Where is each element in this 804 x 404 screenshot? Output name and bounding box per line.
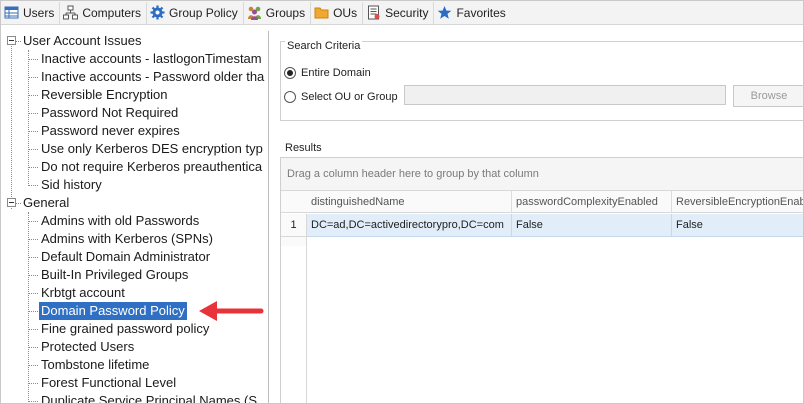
tree-connector (28, 239, 38, 240)
column-header-passwordcomplexity[interactable]: passwordComplexityEnabled (512, 191, 672, 213)
search-criteria-title: Search Criteria (285, 40, 363, 52)
tree-connector (28, 95, 38, 96)
gear-icon (150, 5, 165, 20)
tree-connector (28, 347, 38, 348)
tree-connector (28, 185, 38, 186)
toolbar-groups-button[interactable]: Groups (244, 1, 312, 24)
users-grid-icon (4, 5, 19, 20)
tree-item-krbtgt-account[interactable]: Krbtgt account (39, 284, 127, 302)
tree-item-kerberos-des[interactable]: Use only Kerberos DES encryption typ (39, 140, 265, 158)
row-number-column (281, 237, 307, 403)
toolbar-users-label: Users (23, 5, 55, 20)
toolbar-favorites-label: Favorites (456, 5, 506, 20)
toolbar-users-button[interactable]: Users (1, 1, 61, 24)
tree-connector (28, 59, 38, 60)
entire-domain-label[interactable]: Entire Domain (301, 67, 371, 79)
computers-network-icon (63, 5, 79, 20)
tree-group-user-account-issues[interactable]: User Account Issues (21, 32, 144, 50)
toolbar: Users Computers Group Policy Groups OUs … (1, 1, 803, 25)
collapse-general-icon[interactable] (7, 198, 16, 207)
cell-passwordcomplexity[interactable]: False (512, 214, 672, 237)
tree-connector (28, 293, 38, 294)
toolbar-computers-button[interactable]: Computers (60, 1, 148, 24)
tree-connector (28, 383, 38, 384)
column-header-row: distinguishedName passwordComplexityEnab… (281, 191, 803, 246)
tree-item-inactive-password[interactable]: Inactive accounts - Password older tha (39, 68, 266, 86)
tree-item-reversible-encryption[interactable]: Reversible Encryption (39, 86, 169, 104)
tree-connector (28, 50, 29, 186)
folder-icon (314, 5, 329, 20)
tree-item-tombstone-lifetime[interactable]: Tombstone lifetime (39, 356, 151, 374)
cell-reversibleencryption[interactable]: False (672, 214, 803, 237)
tree-item-inactive-lastlogon[interactable]: Inactive accounts - lastlogonTimestam (39, 50, 264, 68)
report-tree[interactable]: User Account Issues Inactive accounts - … (1, 31, 269, 403)
toolbar-security-button[interactable]: Security (363, 1, 435, 24)
tree-connector (28, 212, 29, 403)
tree-connector (28, 113, 38, 114)
document-icon (366, 5, 381, 20)
row-number: 1 (281, 214, 307, 237)
group-by-drop-area[interactable]: Drag a column header here to group by th… (281, 158, 803, 191)
tree-connector (28, 401, 38, 402)
tree-connector (11, 46, 12, 209)
tree-item-password-never-expires[interactable]: Password never expires (39, 122, 182, 140)
toolbar-security-label: Security (385, 5, 429, 20)
results-title: Results (285, 142, 322, 154)
tree-item-protected-users[interactable]: Protected Users (39, 338, 136, 356)
toolbar-ous-button[interactable]: OUs (311, 1, 364, 24)
ou-group-input[interactable] (404, 85, 726, 105)
tree-connector (28, 311, 38, 312)
star-icon (437, 5, 452, 20)
tree-connector (28, 257, 38, 258)
groups-icon (247, 5, 262, 20)
tree-connector (28, 167, 38, 168)
tree-item-duplicate-spns[interactable]: Duplicate Service Principal Names (S (39, 392, 259, 403)
entire-domain-radio[interactable] (284, 67, 296, 79)
app-window: Users Computers Group Policy Groups OUs … (0, 0, 804, 404)
toolbar-group-policy-label: Group Policy (169, 5, 238, 20)
select-ou-label[interactable]: Select OU or Group (301, 91, 398, 103)
main-panel: Search Criteria Entire Domain Select OU … (275, 31, 803, 403)
tree-item-kerberos-preauth[interactable]: Do not require Kerberos preauthentica (39, 158, 264, 176)
toolbar-favorites-button[interactable]: Favorites (434, 2, 510, 24)
tree-item-builtin-privileged-groups[interactable]: Built-In Privileged Groups (39, 266, 190, 284)
tree-connector (28, 275, 38, 276)
tree-item-admins-kerberos-spns[interactable]: Admins with Kerberos (SPNs) (39, 230, 215, 248)
column-header-reversibleencryption[interactable]: ReversibleEncryptionEnable (672, 191, 803, 213)
results-grid[interactable]: Drag a column header here to group by th… (280, 157, 803, 403)
search-criteria-box (280, 41, 803, 121)
cell-distinguishedname[interactable]: DC=ad,DC=activedirectorypro,DC=com (307, 214, 512, 237)
tree-item-domain-password-policy[interactable]: Domain Password Policy (39, 302, 187, 320)
collapse-user-account-issues-icon[interactable] (7, 36, 16, 45)
tree-item-sid-history[interactable]: Sid history (39, 176, 104, 194)
tree-item-default-domain-admin[interactable]: Default Domain Administrator (39, 248, 212, 266)
column-header-distinguishedname[interactable]: distinguishedName (307, 191, 512, 213)
tree-connector (28, 149, 38, 150)
select-ou-radio[interactable] (284, 91, 296, 103)
table-row[interactable]: DC=ad,DC=activedirectorypro,DC=com False… (307, 214, 803, 237)
tree-item-admins-old-passwords[interactable]: Admins with old Passwords (39, 212, 201, 230)
toolbar-group-policy-button[interactable]: Group Policy (147, 1, 244, 24)
tree-item-forest-functional-level[interactable]: Forest Functional Level (39, 374, 178, 392)
toolbar-computers-label: Computers (82, 5, 142, 20)
tree-group-general[interactable]: General (21, 194, 71, 212)
red-arrow-icon (199, 301, 264, 321)
tree-connector (28, 221, 38, 222)
tree-item-fine-grained-policy[interactable]: Fine grained password policy (39, 320, 211, 338)
toolbar-ous-label: OUs (333, 5, 358, 20)
tree-connector (28, 131, 38, 132)
tree-connector (28, 365, 38, 366)
tree-connector (28, 77, 38, 78)
tree-connector (28, 329, 38, 330)
toolbar-groups-label: Groups (265, 5, 306, 20)
tree-item-password-not-required[interactable]: Password Not Required (39, 104, 180, 122)
browse-button[interactable]: Browse (733, 85, 803, 107)
